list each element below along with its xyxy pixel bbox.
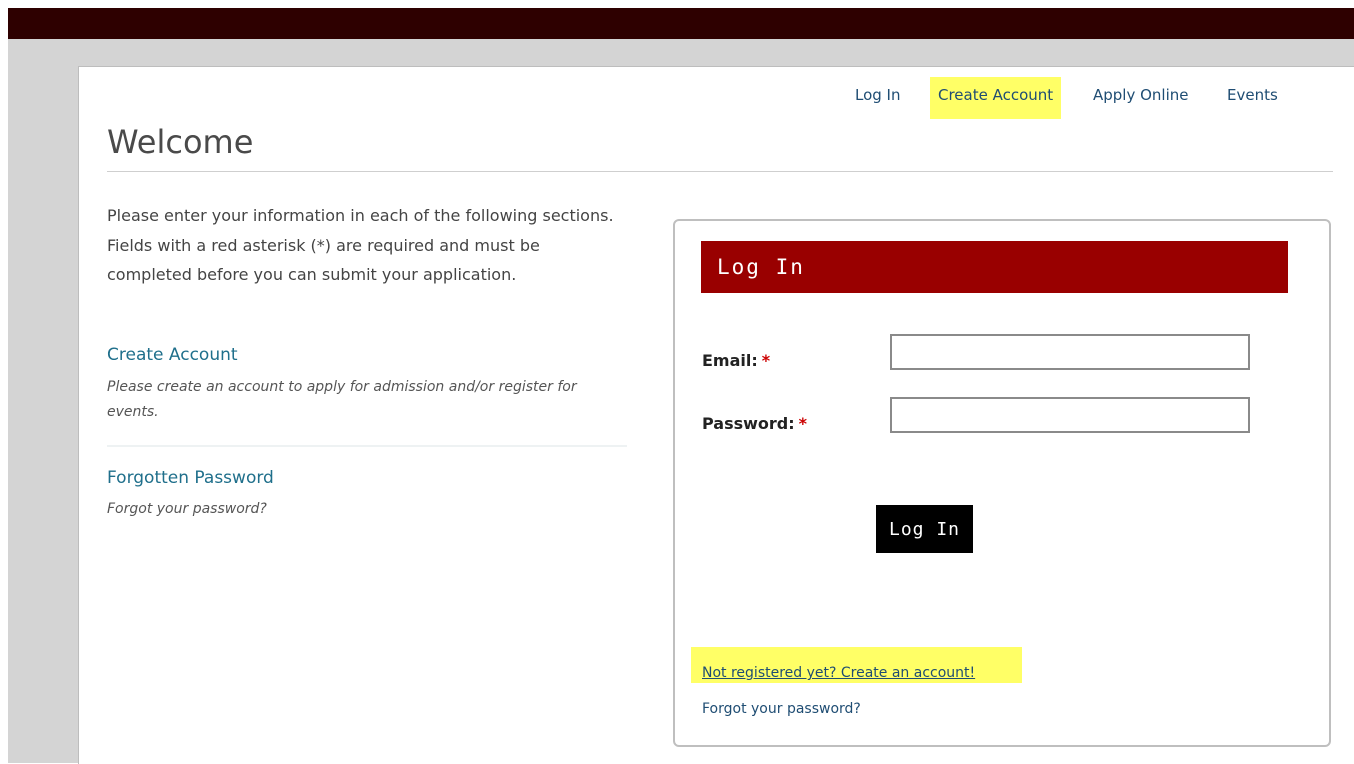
log-in-button[interactable]: Log In [876, 505, 973, 553]
email-label-text: Email: [702, 351, 758, 370]
email-required-marker: * [761, 351, 771, 370]
login-panel-header: Log In [701, 241, 1288, 293]
login-panel-title: Log In [717, 255, 805, 279]
password-field[interactable] [890, 397, 1250, 433]
forgot-password-link[interactable]: Forgot your password? [702, 701, 861, 717]
title-divider [107, 171, 1333, 172]
password-label-text: Password: [702, 414, 795, 433]
login-panel: Log In Email: * Password: * Log In Not reg… [673, 219, 1331, 747]
password-label: Password: * [702, 414, 807, 433]
create-account-description: Please create an account to apply for ad… [107, 379, 577, 420]
email-label: Email: * [702, 351, 770, 370]
email-field[interactable] [890, 334, 1250, 370]
sidebar-divider [107, 445, 627, 447]
password-required-marker: * [798, 414, 808, 433]
content-panel: Log In Create Account Apply Online Event… [78, 66, 1354, 764]
nav-create-account[interactable]: Create Account [930, 77, 1062, 119]
forgotten-password-link[interactable]: Forgotten Password [107, 468, 274, 488]
top-banner [8, 8, 1354, 39]
forgotten-password-description: Forgot your password? [107, 501, 267, 517]
nav-events[interactable]: Events [1227, 77, 1278, 119]
create-account-link[interactable]: Create Account [107, 345, 238, 365]
register-link[interactable]: Not registered yet? Create an account! [702, 665, 975, 681]
nav-log-in[interactable]: Log In [855, 77, 901, 119]
intro-text: Please enter your information in each of… [107, 206, 614, 284]
page-title: Welcome [107, 123, 254, 161]
nav-apply-online[interactable]: Apply Online [1093, 77, 1189, 119]
top-nav: Log In Create Account Apply Online Event… [79, 67, 1354, 127]
